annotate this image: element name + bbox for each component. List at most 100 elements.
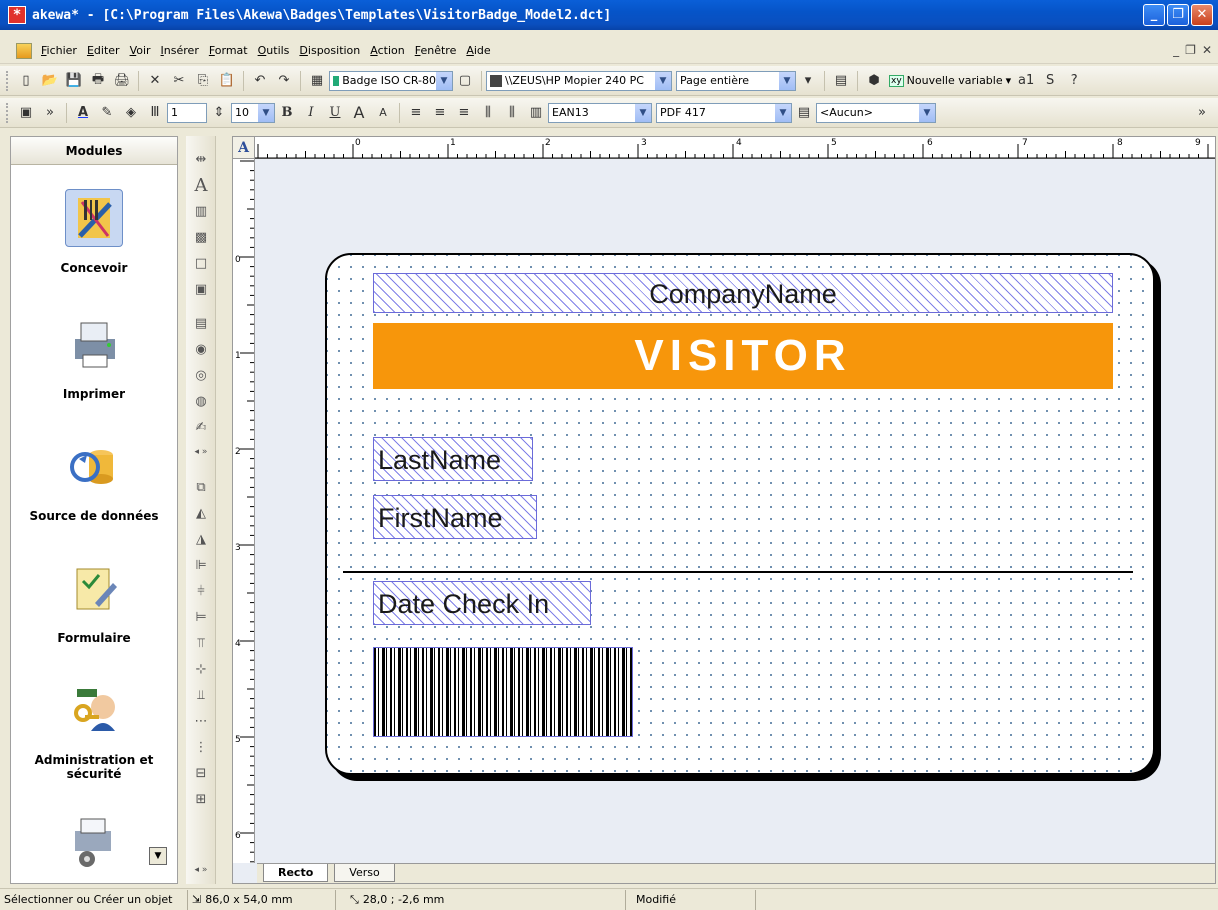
- italic-icon[interactable]: I: [301, 103, 321, 123]
- align-bottom-tool-icon[interactable]: ⫫: [191, 686, 211, 706]
- 2d-barcode-tool-icon[interactable]: ▩: [191, 228, 211, 248]
- card-orientation-icon[interactable]: ▢: [455, 71, 475, 91]
- printer-select[interactable]: \\ZEUS\HP Mopier 240 PC ▼: [486, 70, 672, 91]
- signature-tool-icon[interactable]: ✍: [191, 418, 211, 438]
- align-top-tool-icon[interactable]: ⫪: [191, 634, 211, 654]
- module-formulaire[interactable]: Formulaire: [11, 559, 177, 645]
- delete-icon[interactable]: ✕: [145, 71, 165, 91]
- toolbar-options-icon[interactable]: ▾: [798, 71, 818, 91]
- font-color-icon[interactable]: A: [73, 103, 93, 123]
- bring-front-icon[interactable]: ◭: [191, 504, 211, 524]
- overflow-icon[interactable]: »: [40, 103, 60, 123]
- same-width-tool-icon[interactable]: ⊟: [191, 764, 211, 784]
- select-tool-icon[interactable]: ⇹: [191, 150, 211, 170]
- align-center-tool-icon[interactable]: ⫩: [191, 582, 211, 602]
- grid-icon[interactable]: ▦: [307, 71, 327, 91]
- last-name-field[interactable]: LastName: [373, 437, 533, 481]
- space-vertical-tool-icon[interactable]: ⋮: [191, 738, 211, 758]
- paste-icon[interactable]: 📋: [217, 71, 237, 91]
- line-style-icon[interactable]: Ⅲ: [145, 103, 165, 123]
- properties-icon[interactable]: ▤: [831, 71, 851, 91]
- font-size-select[interactable]: 10 ▼: [231, 102, 275, 123]
- distribute-icon[interactable]: ⫼: [478, 103, 498, 123]
- group-tool-icon[interactable]: ⧉: [191, 478, 211, 498]
- strip-overflow-bottom-icon[interactable]: ◂ »: [191, 860, 211, 880]
- strip-overflow-icon[interactable]: ◂ »: [191, 442, 211, 462]
- modules-scroll-down-button[interactable]: ▼: [149, 847, 167, 865]
- new-variable-button[interactable]: xy Nouvelle variable ▾: [886, 74, 1014, 87]
- style-select[interactable]: <Aucun> ▼: [816, 102, 936, 123]
- close-button[interactable]: ✕: [1191, 4, 1213, 26]
- date-check-in-field[interactable]: Date Check In: [373, 581, 591, 625]
- overflow-icon[interactable]: »: [1192, 103, 1212, 123]
- zoom-select[interactable]: Page entière ▼: [676, 70, 796, 91]
- new-document-icon[interactable]: ▯: [16, 71, 36, 91]
- maximize-button[interactable]: ❐: [1167, 4, 1189, 26]
- fill-color-icon[interactable]: ◈: [121, 103, 141, 123]
- rectangle-tool-icon[interactable]: □: [191, 254, 211, 274]
- barcode-object[interactable]: [373, 647, 633, 737]
- module-imprimer[interactable]: Imprimer: [11, 315, 177, 401]
- redo-icon[interactable]: ↷: [274, 71, 294, 91]
- layout-icon[interactable]: ▣: [16, 103, 36, 123]
- align-right-tool-icon[interactable]: ⊨: [191, 608, 211, 628]
- mdi-restore-button[interactable]: ❐: [1185, 43, 1196, 57]
- open-folder-icon[interactable]: 📂: [40, 71, 60, 91]
- minimize-button[interactable]: _: [1143, 4, 1165, 26]
- save-icon[interactable]: 💾: [64, 71, 84, 91]
- barcode1-select[interactable]: EAN13 ▼: [548, 102, 652, 123]
- toolbar-grip[interactable]: [6, 70, 10, 91]
- security-icon[interactable]: S: [1040, 71, 1060, 91]
- mdi-minimize-button[interactable]: _: [1173, 43, 1179, 57]
- document-icon[interactable]: [16, 42, 32, 59]
- separator-line[interactable]: [343, 571, 1133, 573]
- menu-inserer[interactable]: Insérer: [156, 44, 204, 57]
- badge-format-select[interactable]: Badge ISO CR-80 ▼: [329, 70, 453, 91]
- space-horizontal-tool-icon[interactable]: ⋯: [191, 712, 211, 732]
- bold-icon[interactable]: B: [277, 103, 297, 123]
- menu-disposition[interactable]: Disposition: [294, 44, 365, 57]
- barcode-tool-icon[interactable]: ▥: [191, 202, 211, 222]
- first-name-field[interactable]: FirstName: [373, 495, 537, 539]
- menu-fenetre[interactable]: Fenêtre: [410, 44, 462, 57]
- shrink-font-icon[interactable]: A: [373, 103, 393, 123]
- barcode2-select[interactable]: PDF 417 ▼: [656, 102, 792, 123]
- align-middle-tool-icon[interactable]: ⊹: [191, 660, 211, 680]
- module-concevoir[interactable]: Concevoir: [11, 189, 177, 275]
- align-right-icon[interactable]: ≡: [454, 103, 474, 123]
- menu-action[interactable]: Action: [365, 44, 409, 57]
- rfid-tool-icon[interactable]: ◎: [191, 366, 211, 386]
- menu-format[interactable]: Format: [204, 44, 253, 57]
- print-preview-icon[interactable]: 🖨: [112, 71, 132, 91]
- menu-editer[interactable]: Editer: [82, 44, 125, 57]
- spinner-icon[interactable]: ⇕: [209, 103, 229, 123]
- field-icon[interactable]: a1: [1016, 71, 1036, 91]
- module-administration[interactable]: Administration et sécurité: [11, 681, 177, 781]
- underline-icon[interactable]: U: [325, 103, 345, 123]
- line-color-icon[interactable]: ✎: [97, 103, 117, 123]
- fingerprint-tool-icon[interactable]: ◍: [191, 392, 211, 412]
- copy-icon[interactable]: ⎘: [193, 71, 213, 91]
- grow-font-icon[interactable]: A: [349, 103, 369, 123]
- image-tool-icon[interactable]: ▣: [191, 280, 211, 300]
- layers-icon[interactable]: ⬢: [864, 71, 884, 91]
- magnetic-stripe-tool-icon[interactable]: ▤: [191, 314, 211, 334]
- cut-icon[interactable]: ✂: [169, 71, 189, 91]
- menu-outils[interactable]: Outils: [253, 44, 295, 57]
- tab-verso[interactable]: Verso: [334, 864, 395, 882]
- visitor-banner[interactable]: VISITOR: [373, 323, 1113, 389]
- help-icon[interactable]: ?: [1064, 71, 1084, 91]
- send-back-icon[interactable]: ◮: [191, 530, 211, 550]
- tab-recto[interactable]: Recto: [263, 864, 329, 882]
- line-width-field[interactable]: 1: [167, 102, 207, 123]
- align-left-tool-icon[interactable]: ⊫: [191, 556, 211, 576]
- smart-chip-tool-icon[interactable]: ◉: [191, 340, 211, 360]
- company-name-field[interactable]: CompanyName: [373, 273, 1113, 313]
- barcode-icon[interactable]: ▥: [526, 103, 546, 123]
- align-center-icon[interactable]: ≡: [430, 103, 450, 123]
- print-icon[interactable]: 🖶: [88, 71, 108, 91]
- menu-fichier[interactable]: Fichier: [36, 44, 82, 57]
- ruler-corner-icon[interactable]: A: [233, 137, 255, 159]
- menu-aide[interactable]: Aide: [461, 44, 495, 57]
- distribute-alt-icon[interactable]: ⫼: [502, 103, 522, 123]
